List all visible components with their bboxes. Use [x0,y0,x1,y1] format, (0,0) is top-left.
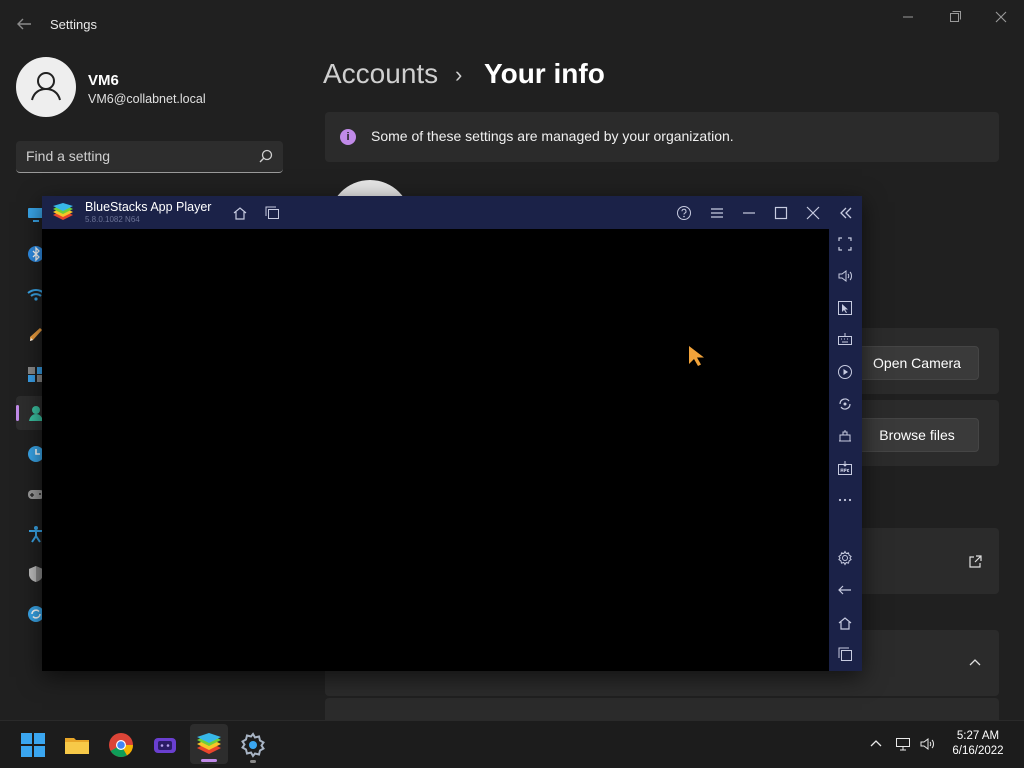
app-title: Settings [50,17,97,32]
bluestacks-sidebar [829,229,862,671]
bluestacks-version: 5.8.0.1082 N64 [85,215,140,224]
open-camera-button[interactable]: Open Camera [855,346,979,380]
back-icon[interactable] [837,582,853,598]
info-icon: i [340,129,356,145]
bluestacks-window: BlueStacks App Player 5.8.0.1082 N64 [42,196,862,671]
volume-icon[interactable] [837,268,853,284]
nav-selected-indicator [16,405,19,421]
bluestacks-logo-icon [52,203,74,223]
pointer-icon[interactable] [837,300,853,316]
back-arrow-icon[interactable] [12,12,36,36]
search-input[interactable] [16,141,246,171]
close-button[interactable] [986,8,1016,28]
clock-date[interactable]: 6/16/2022 [948,745,1008,757]
chevron-up-icon[interactable] [868,736,884,752]
rotate-icon[interactable] [837,396,853,412]
emulator-screen[interactable] [42,229,829,671]
user-name: VM6 [88,72,119,89]
open-external-icon[interactable] [968,555,982,569]
keyboard-icon[interactable] [837,332,853,348]
bluestacks-title-bar: BlueStacks App Player 5.8.0.1082 N64 [42,196,862,229]
help-icon[interactable] [676,205,692,221]
settings-title-bar [0,0,1024,48]
chrome-icon[interactable] [108,732,134,758]
clock-time[interactable]: 5:27 AM [948,730,1008,742]
home-icon[interactable] [232,205,248,221]
taskbar-active-indicator [201,759,217,762]
multi-instance-icon[interactable] [264,205,280,221]
browse-files-button[interactable]: Browse files [855,418,979,452]
chevron-up-icon[interactable] [968,656,982,670]
info-banner: i Some of these settings are managed by … [325,112,999,162]
settings-icon[interactable] [837,550,853,566]
start-icon[interactable] [20,732,46,758]
install-apk-icon[interactable] [837,460,853,476]
collapse-sidebar-icon[interactable] [838,205,854,221]
taskbar-running-indicator [250,760,256,763]
file-explorer-icon[interactable] [64,732,90,758]
mouse-cursor-icon [687,344,707,368]
breadcrumb-parent[interactable]: Accounts [323,58,438,90]
volume-icon[interactable] [919,736,935,752]
breadcrumb-separator: › [455,62,463,87]
macro-icon[interactable] [837,364,853,380]
person-icon [31,72,61,101]
menu-icon[interactable] [709,205,725,221]
bluestacks-icon[interactable] [196,732,222,758]
minimize-icon[interactable] [741,205,757,221]
maximize-icon[interactable] [773,205,789,221]
restore-button[interactable] [940,8,970,28]
user-email: VM6@collabnet.local [88,92,206,106]
more-icon[interactable] [837,492,853,508]
search-icon[interactable] [259,149,273,163]
close-icon[interactable] [805,205,821,221]
settings-app-icon[interactable] [240,732,266,758]
minimize-button[interactable] [893,8,923,28]
bluestacks-multi-instance-icon[interactable] [152,732,178,758]
page-title: Your info [484,58,605,89]
fullscreen-icon[interactable] [837,236,853,252]
android-home-icon[interactable] [837,615,853,631]
eco-mode-icon[interactable] [837,428,853,444]
recent-apps-icon[interactable] [837,646,853,662]
bluestacks-title: BlueStacks App Player [85,200,212,214]
network-icon[interactable] [895,736,911,752]
info-banner-text: Some of these settings are managed by yo… [371,128,734,144]
search-box[interactable] [16,141,283,173]
avatar[interactable] [16,57,76,117]
